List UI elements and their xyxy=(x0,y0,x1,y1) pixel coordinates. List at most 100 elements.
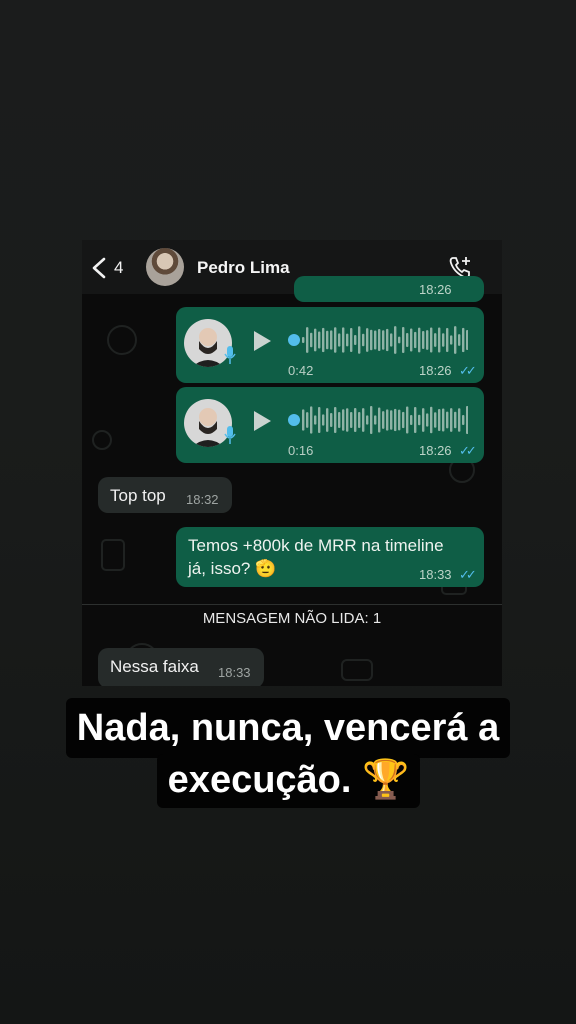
waveform-bar xyxy=(314,328,317,352)
waveform-bar xyxy=(446,328,449,352)
waveform-bar xyxy=(442,333,445,347)
waveform-bar xyxy=(350,411,353,429)
waveform-bar xyxy=(342,409,345,431)
waveform-bar xyxy=(358,326,361,354)
play-icon[interactable] xyxy=(254,411,271,431)
waveform-bar xyxy=(374,330,377,350)
waveform-bar xyxy=(386,328,389,352)
playhead-dot xyxy=(288,334,300,346)
waveform-bar xyxy=(398,336,401,344)
waveform-bar xyxy=(358,412,361,428)
waveform-bar xyxy=(306,412,309,428)
microphone-icon xyxy=(224,346,236,364)
audio-waveform[interactable] xyxy=(288,405,468,435)
waveform-bar xyxy=(302,337,305,343)
waveform-bar xyxy=(334,406,337,434)
waveform-bar xyxy=(466,330,468,350)
waveform-bar xyxy=(430,406,433,434)
outgoing-message-bubble[interactable]: Temos +800k de MRR na timeline já, isso?… xyxy=(176,527,484,587)
waveform-bar xyxy=(418,414,421,426)
waveform-bar xyxy=(326,330,329,350)
incoming-message-bubble[interactable]: Nessa faixa 18:33 xyxy=(98,648,264,686)
waveform-bar xyxy=(454,411,457,429)
message-time: 18:26 xyxy=(419,282,452,297)
waveform-bar xyxy=(434,333,437,347)
message-text: Top top xyxy=(110,486,166,505)
waveform-bar xyxy=(354,407,357,433)
waveform-bar xyxy=(438,327,441,353)
waveform-bar xyxy=(354,335,357,345)
waveform-bar xyxy=(378,329,381,351)
contact-name[interactable]: Pedro Lima xyxy=(197,258,290,278)
waveform-bar xyxy=(406,333,409,347)
waveform-bar xyxy=(394,408,397,432)
waveform-bar xyxy=(338,411,341,429)
voice-message-bubble[interactable]: 0:16 18:26 ✓✓ xyxy=(176,387,484,463)
waveform-bar xyxy=(338,333,341,347)
waveform-bar xyxy=(318,407,321,433)
waveform-bar xyxy=(390,410,393,430)
contact-avatar[interactable] xyxy=(146,248,184,286)
waveform-bar xyxy=(462,414,465,426)
waveform-bar xyxy=(414,331,417,349)
waveform-bar xyxy=(414,407,417,433)
waveform-bar xyxy=(462,327,465,353)
waveform-bar xyxy=(326,408,329,432)
waveform-bar xyxy=(410,415,413,425)
voice-duration: 0:42 xyxy=(288,363,314,378)
waveform-bar xyxy=(306,327,309,353)
waveform-bar xyxy=(322,414,325,426)
waveform-bar xyxy=(366,328,369,352)
message-time: 18:32 xyxy=(186,492,219,507)
waveform-bar xyxy=(410,328,413,352)
waveform-bar xyxy=(350,328,353,352)
story-caption-line2: execução. 🏆 xyxy=(157,754,420,808)
message-time: 18:26 xyxy=(419,363,452,378)
unread-chats-count[interactable]: 4 xyxy=(114,258,123,278)
voice-message-bubble[interactable]: 0:42 18:26 ✓✓ xyxy=(176,307,484,383)
incoming-message-bubble[interactable]: Top top 18:32 xyxy=(98,477,232,513)
waveform-bar xyxy=(374,415,377,425)
caption-text-line1: Nada, nunca, vencerá a xyxy=(76,707,500,749)
waveform-bar xyxy=(406,406,409,434)
waveform-bar xyxy=(386,409,389,431)
waveform-bar xyxy=(362,408,365,432)
caption-text-line2: execução. 🏆 xyxy=(167,759,410,801)
waveform-bar xyxy=(382,330,385,350)
waveform-bar xyxy=(334,327,337,353)
play-icon[interactable] xyxy=(254,331,271,351)
waveform-bar xyxy=(378,407,381,433)
waveform-bar xyxy=(402,327,405,353)
waveform-bar xyxy=(346,333,349,347)
waveform-bar xyxy=(330,413,333,427)
waveform-bar xyxy=(458,334,461,346)
waveform-bar xyxy=(442,408,445,432)
story-caption-line1: Nada, nunca, vencerá a xyxy=(66,698,510,758)
waveform-bar xyxy=(402,411,405,429)
waveform-bar xyxy=(382,411,385,429)
message-text-line2: já, isso? 🫡 xyxy=(188,559,277,578)
waveform-bar xyxy=(422,408,425,432)
waveform-bar xyxy=(314,415,317,425)
message-text-line1: Temos +800k de MRR na timeline xyxy=(188,536,444,555)
waveform-bar xyxy=(438,409,441,431)
waveform-bar xyxy=(394,326,397,354)
waveform-bar xyxy=(346,408,349,432)
audio-waveform[interactable] xyxy=(288,325,468,355)
waveform-bar xyxy=(446,411,449,429)
back-chevron-icon[interactable] xyxy=(90,257,110,279)
waveform-bar xyxy=(366,415,369,425)
waveform-bar xyxy=(430,327,433,353)
waveform-bar xyxy=(466,406,468,434)
read-ticks-icon: ✓✓ xyxy=(459,363,477,378)
waveform-bar xyxy=(370,406,373,434)
waveform-bar xyxy=(426,330,429,350)
message-time: 18:26 xyxy=(419,443,452,458)
waveform-bar xyxy=(362,333,365,347)
read-ticks-icon: ✓✓ xyxy=(459,567,477,582)
waveform-bar xyxy=(450,408,453,432)
waveform-bar xyxy=(322,327,325,353)
waveform-bar xyxy=(318,331,321,349)
partial-message-bubble[interactable]: 18:26 xyxy=(294,276,484,302)
message-time: 18:33 xyxy=(419,567,452,582)
